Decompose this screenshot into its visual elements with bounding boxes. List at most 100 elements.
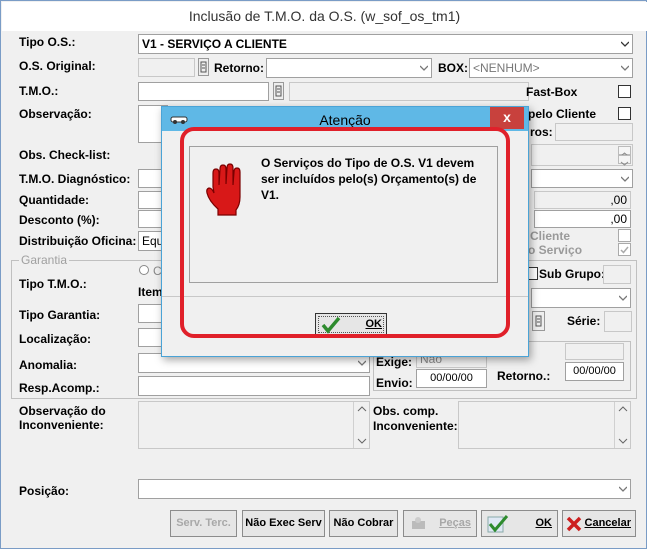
lookup-icon: [275, 85, 282, 97]
observacao-label: Observação:: [19, 107, 92, 121]
chevron-down-icon: [619, 485, 627, 493]
chevron-down-icon: [358, 359, 366, 367]
envio-field[interactable]: 00/00/00: [416, 369, 487, 388]
scroll-down-button[interactable]: [618, 155, 631, 166]
chevron-down-icon: [618, 438, 628, 444]
desconto-value[interactable]: ,00: [534, 210, 631, 228]
quantidade-label: Quantidade:: [19, 193, 90, 207]
sub-grupo-field: [603, 265, 631, 284]
garantia-group-label: Garantia: [19, 253, 70, 267]
check-icon: [487, 515, 509, 533]
obs-inconveniente-label-2: Inconveniente:: [19, 418, 104, 432]
os-original-lookup-button[interactable]: [198, 58, 209, 76]
scrollbar[interactable]: [614, 402, 630, 448]
ok-button-label: OK: [535, 517, 553, 529]
item-label: Item: [138, 285, 163, 299]
servico-label: o Serviço: [528, 243, 583, 257]
serie-lookup-button[interactable]: [532, 311, 545, 331]
desconto-label: Desconto (%):: [19, 213, 100, 227]
chevron-down-icon: [620, 161, 629, 166]
tipo-tmo-label: Tipo T.M.O.:: [19, 277, 87, 291]
chevron-up-icon: [357, 406, 367, 412]
obs-inconveniente-label-1: Observação do: [19, 404, 106, 418]
serv-terc-button[interactable]: Serv. Terc.: [170, 510, 237, 537]
posicao-label: Posição:: [19, 484, 70, 498]
tmo-diagnostico-label: T.M.O. Diagnóstico:: [19, 172, 131, 186]
lookup-icon: [200, 61, 207, 73]
tipo-garantia-label: Tipo Garantia:: [19, 308, 101, 322]
chevron-down-icon: [621, 64, 629, 72]
window-title: Inclusão de T.M.O. da O.S. (w_sof_os_tm1…: [2, 2, 647, 31]
obs-checklist-label: Obs. Check-list:: [19, 148, 111, 162]
pelo-cliente-label: pelo Cliente: [528, 107, 597, 121]
os-original-label: O.S. Original:: [19, 59, 96, 73]
obs-comp-textarea[interactable]: [458, 401, 631, 449]
envio-label: Envio:: [376, 376, 413, 390]
tipo-os-label: Tipo O.S.:: [19, 35, 76, 49]
dialog-ok-button[interactable]: OK: [315, 313, 387, 336]
sub-grupo-label: Sub Grupo:: [539, 267, 605, 281]
obs-comp-label-1: Obs. comp.: [373, 404, 439, 418]
retorno2-label: Retorno.:: [497, 369, 551, 383]
dialog-ok-label: OK: [365, 318, 383, 330]
nao-cobrar-button[interactable]: Não Cobrar: [329, 510, 398, 537]
tmo-diagnostico-select[interactable]: [531, 169, 633, 188]
fast-box-checkbox[interactable]: [618, 85, 631, 98]
box-value: <NENHUM>: [473, 61, 540, 75]
check-icon: [620, 246, 629, 254]
tipo-tmo-radio[interactable]: [139, 265, 149, 275]
chevron-down-icon: [420, 64, 428, 72]
chevron-down-icon: [621, 175, 629, 183]
alert-dialog: Atenção x O Serviços do Tipo de O.S. V1 …: [161, 106, 529, 357]
nao-exec-serv-button[interactable]: Não Exec Serv: [242, 510, 325, 537]
obs-inconveniente-textarea[interactable]: [138, 401, 370, 449]
pecas-button[interactable]: Peças: [403, 510, 477, 537]
resp-acomp-field[interactable]: [138, 376, 370, 396]
pelo-cliente-checkbox[interactable]: [618, 107, 631, 120]
servico-checkbox[interactable]: [618, 243, 631, 256]
parts-icon: [412, 517, 425, 529]
garantia-select[interactable]: [531, 288, 631, 308]
tmo-field[interactable]: [138, 82, 269, 101]
chevron-down-icon: [357, 438, 367, 444]
pecas-label: Peças: [439, 517, 471, 529]
chevron-down-icon: [619, 294, 627, 302]
dialog-close-button[interactable]: x: [490, 107, 524, 129]
resp-acomp-label: Resp.Acomp.:: [19, 381, 100, 395]
tipo-os-select[interactable]: V1 - SERVIÇO A CLIENTE: [138, 34, 633, 54]
close-icon: x: [503, 109, 511, 125]
obs-checklist-field[interactable]: [531, 144, 633, 166]
lookup-icon: [535, 315, 542, 327]
close-icon: [566, 516, 582, 532]
quantidade-value[interactable]: ,00: [534, 191, 631, 209]
os-original-field[interactable]: [138, 58, 195, 77]
cliente-checkbox[interactable]: [618, 229, 631, 242]
ok-button[interactable]: OK: [481, 510, 558, 537]
stop-hand-icon: [206, 163, 241, 216]
scroll-up-button[interactable]: [618, 146, 631, 157]
localizacao-label: Localização:: [19, 332, 92, 346]
retorno-label: Retorno:: [214, 61, 264, 75]
tipo-os-value: V1 - SERVIÇO A CLIENTE: [142, 37, 287, 51]
obs-comp-label-2: Inconveniente:: [373, 419, 458, 433]
fast-box-label: Fast-Box: [526, 85, 578, 99]
box-select[interactable]: <NENHUM>: [469, 58, 633, 78]
check-icon: [321, 316, 341, 334]
dialog-divider: [162, 296, 528, 297]
posicao-select[interactable]: [138, 479, 631, 499]
retorno-select[interactable]: [266, 58, 432, 78]
serie-field: [604, 311, 632, 332]
chevron-down-icon: [621, 40, 629, 48]
tmo-lookup-button[interactable]: [273, 82, 284, 100]
retorno2-field[interactable]: 00/00/00: [565, 362, 624, 381]
ros-field: [555, 123, 633, 141]
dialog-message: O Serviços do Tipo de O.S. V1 devem ser …: [261, 156, 477, 202]
tmo-description-field: [289, 82, 529, 101]
distribuicao-label: Distribuição Oficina:: [19, 234, 137, 248]
anomalia-label: Anomalia:: [19, 358, 78, 372]
cancelar-button[interactable]: Cancelar: [562, 510, 636, 537]
cliente-label: Cliente: [530, 229, 571, 243]
scrollbar[interactable]: [353, 402, 369, 448]
dialog-title: Atenção: [319, 112, 371, 128]
ros-label: ros:: [530, 125, 553, 139]
